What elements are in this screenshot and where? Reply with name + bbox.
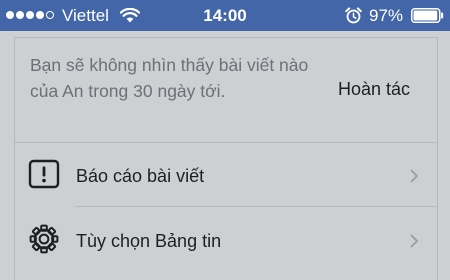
battery-icon bbox=[411, 8, 444, 23]
gear-icon bbox=[29, 224, 59, 254]
battery-percentage: 97% bbox=[369, 6, 404, 25]
report-post-label: Báo cáo bài viết bbox=[76, 166, 205, 186]
chevron-right-icon bbox=[410, 169, 418, 183]
hidden-post-notice: Bạn sẽ không nhìn thấy bài viết nào của … bbox=[30, 55, 309, 101]
undo-button[interactable]: Hoàn tác bbox=[338, 77, 410, 101]
chevron-right-icon bbox=[410, 234, 418, 248]
report-exclamation-icon bbox=[28, 159, 60, 189]
report-post-menu-item[interactable]: Báo cáo bài viết bbox=[15, 144, 437, 206]
status-bar: Viettel 14:00 97% bbox=[0, 0, 450, 31]
divider bbox=[75, 206, 437, 207]
alarm-clock-icon bbox=[345, 7, 362, 24]
news-feed-preferences-menu-item[interactable]: Tùy chọn Bảng tin bbox=[15, 208, 437, 270]
hidden-post-card: Bạn sẽ không nhìn thấy bài viết nào của … bbox=[14, 37, 438, 280]
divider bbox=[15, 142, 437, 143]
news-feed-preferences-label: Tùy chọn Bảng tin bbox=[76, 231, 222, 251]
